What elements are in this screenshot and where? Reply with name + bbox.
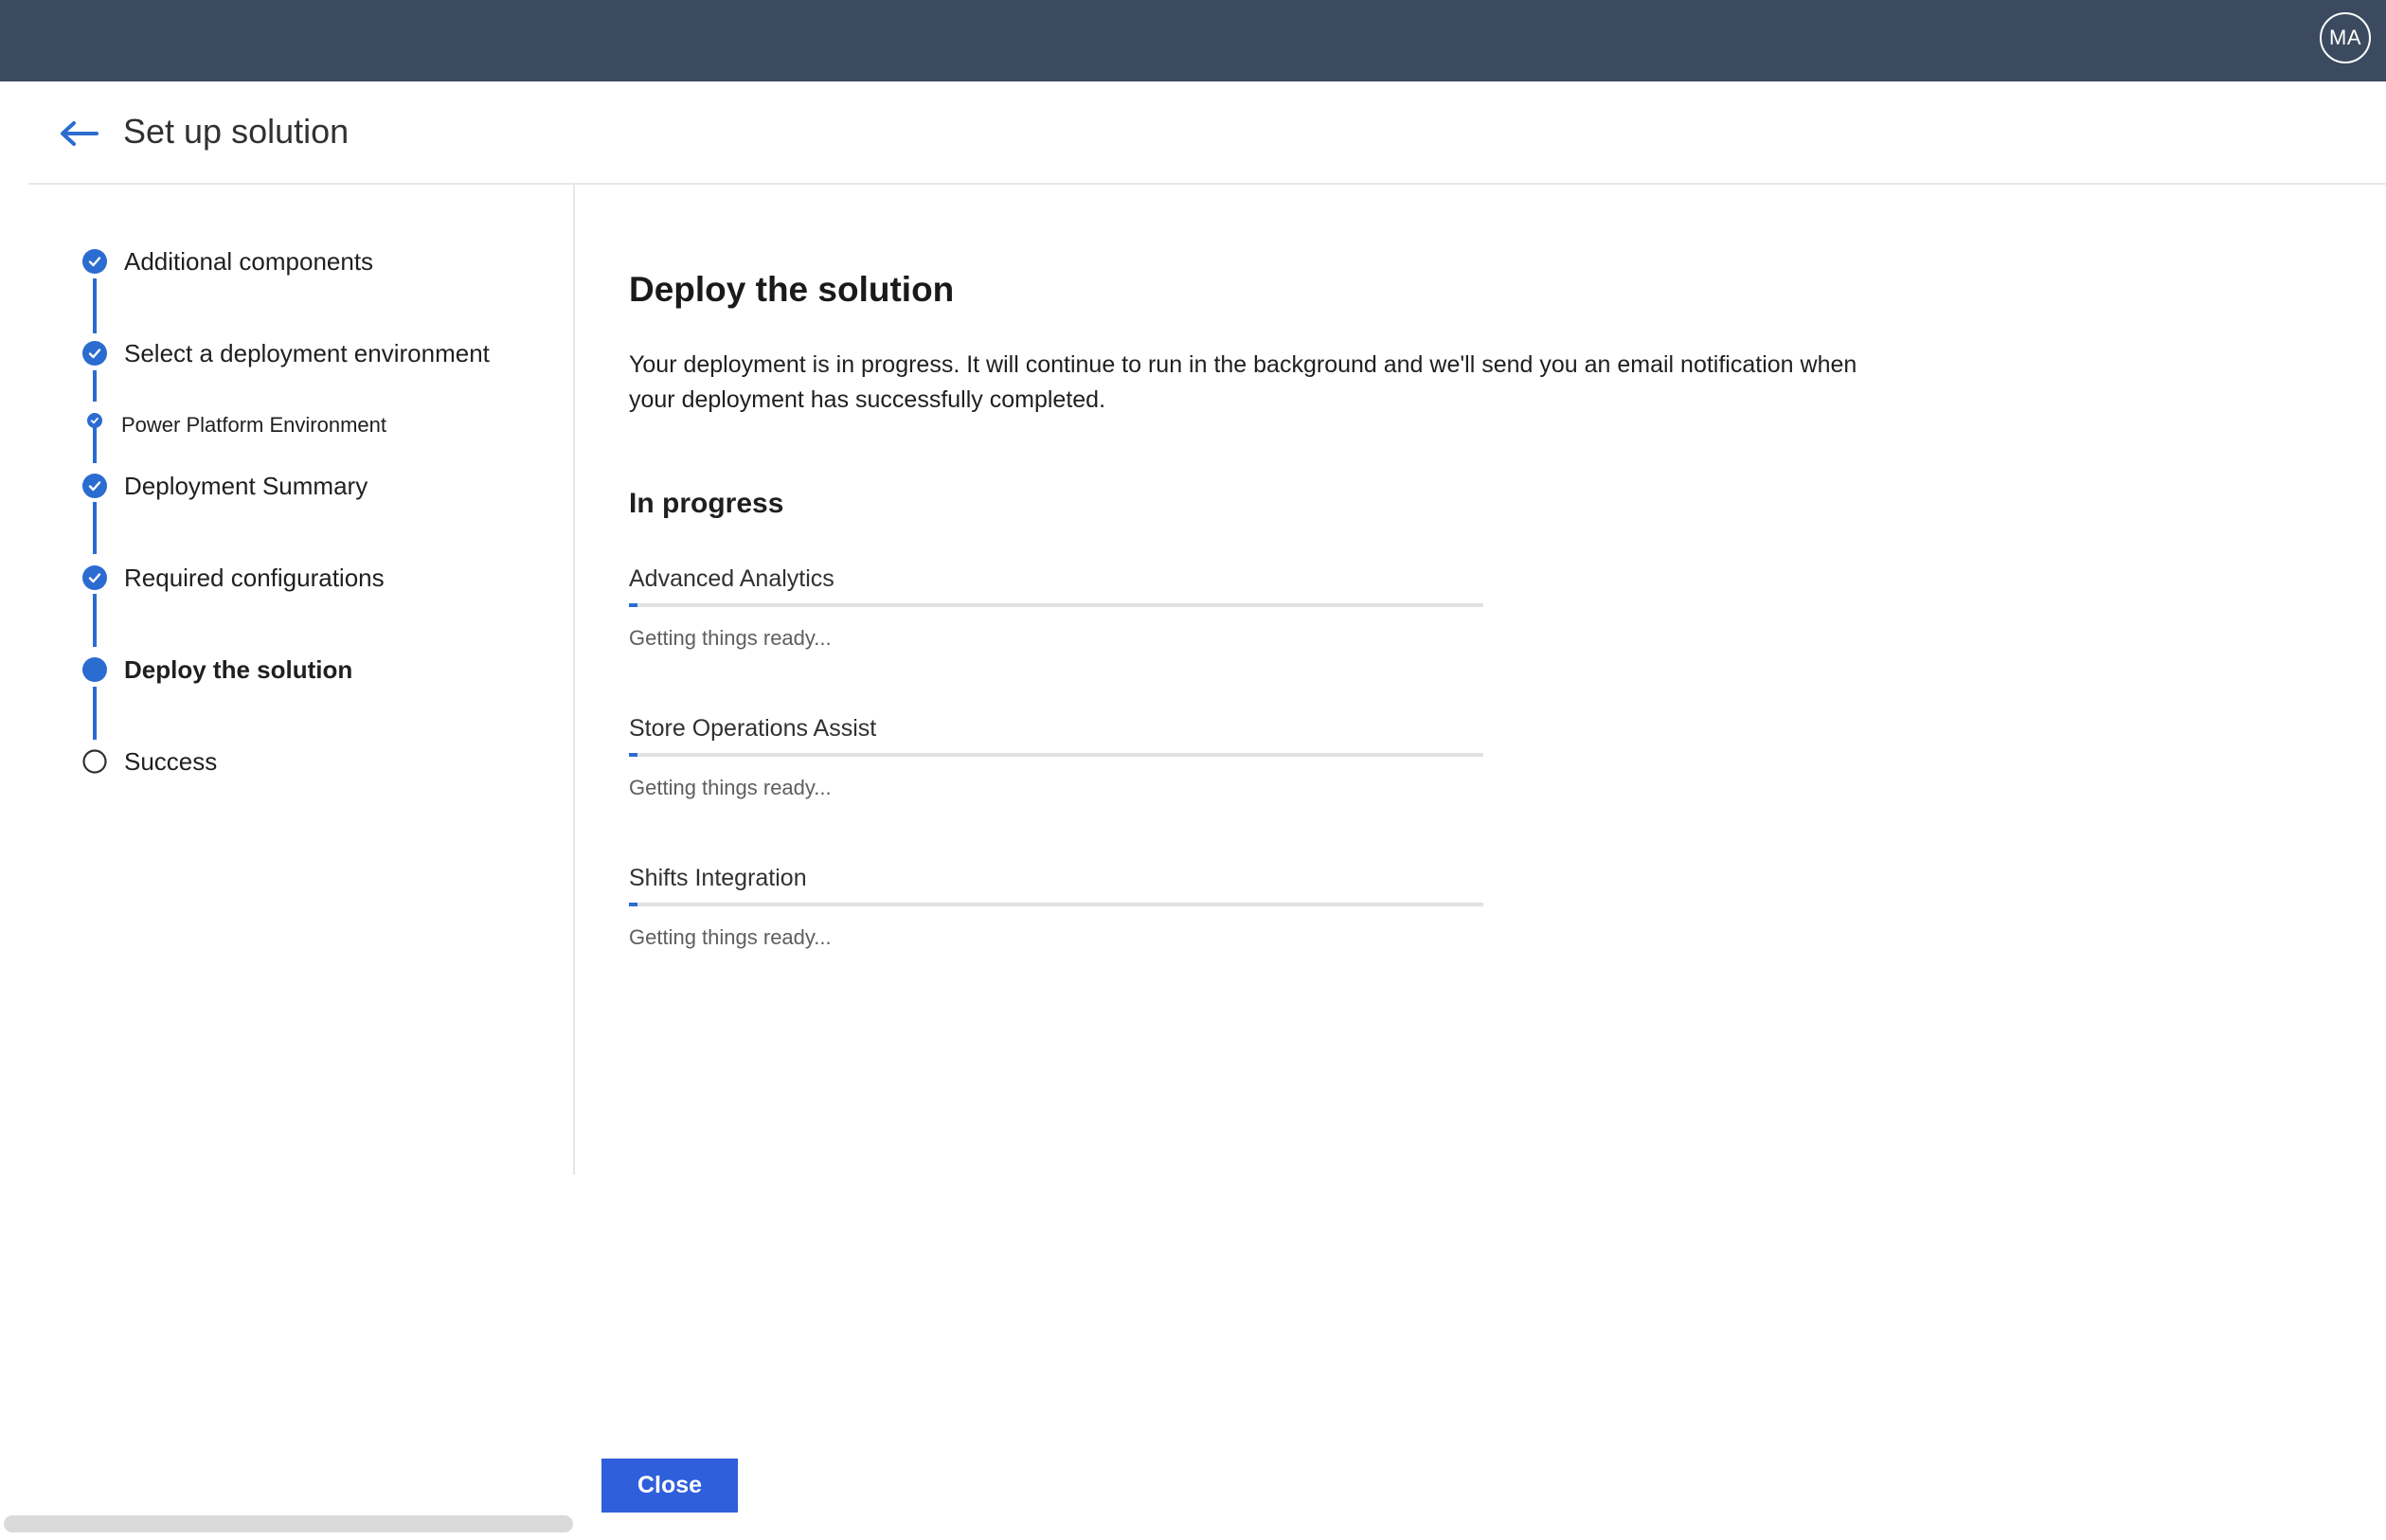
step-connector [93, 687, 97, 740]
item-name: Advanced Analytics [629, 565, 834, 592]
item-name: Shifts Integration [629, 865, 807, 891]
step-label: Deployment Summary [124, 472, 368, 500]
section-heading: Deploy the solution [629, 270, 955, 309]
page-header: Set up solution [0, 81, 2386, 184]
check-circle-icon [82, 249, 107, 274]
progress-bar [629, 753, 1483, 757]
progress-bar [629, 903, 1483, 906]
check-circle-icon [82, 474, 107, 498]
horizontal-scrollbar[interactable] [4, 1515, 573, 1532]
close-button[interactable]: Close [601, 1459, 738, 1513]
back-button[interactable] [55, 110, 102, 157]
step-label-current: Deploy the solution [124, 655, 353, 684]
item-status: Getting things ready... [629, 626, 832, 650]
step-label: Additional components [124, 247, 374, 276]
check-circle-small-icon [87, 413, 102, 428]
check-circle-icon [82, 565, 107, 590]
arrow-left-icon [61, 121, 99, 146]
top-bar: MA [0, 0, 2386, 81]
empty-circle-icon [82, 749, 107, 774]
progress-fill [629, 753, 638, 757]
step-connector [93, 278, 97, 333]
step-connector [93, 370, 97, 402]
item-name: Store Operations Assist [629, 715, 877, 742]
step-label: Required configurations [124, 564, 385, 592]
item-status: Getting things ready... [629, 925, 832, 949]
step-connector [93, 502, 97, 554]
current-step-dot-icon [82, 657, 107, 682]
item-status: Getting things ready... [629, 776, 832, 799]
sidebar-divider [573, 185, 575, 1174]
page-title: Set up solution [123, 112, 350, 151]
step-connector [93, 423, 97, 463]
step-connector [93, 594, 97, 647]
progress-bar [629, 603, 1483, 607]
user-avatar[interactable]: MA [2320, 12, 2371, 63]
progress-fill [629, 903, 638, 906]
progress-fill [629, 603, 638, 607]
in-progress-heading: In progress [629, 488, 784, 519]
deployment-description: Your deployment is in progress. It will … [629, 351, 1857, 413]
substep-label: Power Platform Environment [121, 413, 386, 437]
steps-sidebar: Additional components Select a deploymen… [0, 185, 573, 1540]
step-label: Success [124, 747, 218, 776]
check-circle-icon [82, 341, 107, 366]
step-label: Select a deployment environment [124, 339, 490, 367]
